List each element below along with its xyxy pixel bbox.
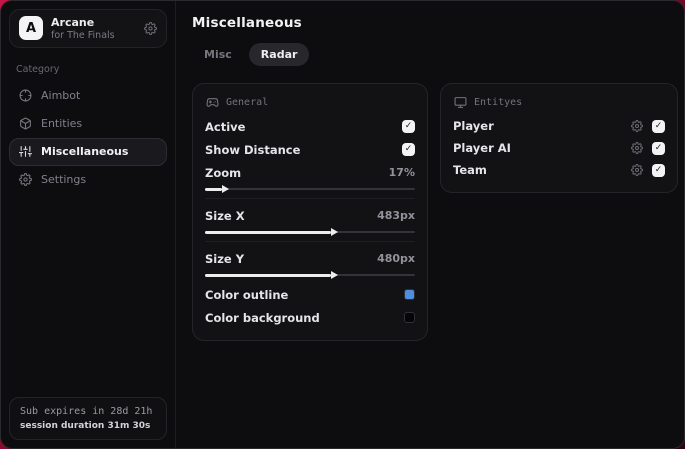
color-label: Color background <box>205 310 320 325</box>
entities-panel: Entityes Player ✓ Player AI ✓ Team ✓ <box>440 83 678 193</box>
session-duration: session duration 31m 30s <box>20 421 151 431</box>
general-panel-title: General <box>226 97 269 108</box>
checkbox-show-distance[interactable]: ✓ <box>402 143 415 156</box>
slider-value: 17% <box>388 166 415 179</box>
color-row-outline: Color outline <box>205 283 415 306</box>
sidebar-item-label: Miscellaneous <box>41 145 129 159</box>
profile-text: Arcane for The Finals <box>51 16 115 41</box>
slider-value: 480px <box>377 252 415 265</box>
checkbox-player-ai[interactable]: ✓ <box>652 141 665 155</box>
slider-fill <box>205 185 229 193</box>
sliders-icon <box>19 145 32 158</box>
panels: General Active ✓ Show Distance ✓ Zoom 17… <box>192 83 678 341</box>
sidebar: A Arcane for The Finals Category Aimbot … <box>1 1 176 448</box>
divider <box>205 241 415 242</box>
gear-icon[interactable] <box>631 142 643 154</box>
crosshair-icon <box>19 89 32 102</box>
slider-label: Size Y <box>205 251 245 266</box>
app-subtitle: for The Finals <box>51 29 115 41</box>
slider-label: Zoom <box>205 165 242 180</box>
entity-label: Team <box>453 163 487 177</box>
page-title: Miscellaneous <box>192 15 302 31</box>
color-background-swatch[interactable] <box>404 312 415 323</box>
sidebar-item-aimbot[interactable]: Aimbot <box>9 82 167 110</box>
slider-thumb[interactable] <box>331 228 338 236</box>
slider-value: 483px <box>377 209 415 222</box>
slider-thumb[interactable] <box>221 185 229 193</box>
box-icon <box>19 117 32 130</box>
tab-bar: Misc Radar <box>192 43 678 66</box>
color-label: Color outline <box>205 287 289 302</box>
slider-fill <box>205 271 338 279</box>
category-label: Category <box>16 63 60 75</box>
toggle-label: Show Distance <box>205 142 301 157</box>
sidebar-nav: Aimbot Entities Miscellaneous Settings <box>1 82 175 194</box>
entity-label: Player AI <box>453 141 511 155</box>
main-content: Miscellaneous Misc Radar General Active … <box>176 1 684 448</box>
app-logo: A <box>19 16 43 41</box>
slider-row-size-y: Size Y 480px <box>205 247 415 270</box>
divider <box>205 198 415 199</box>
gear-icon[interactable] <box>631 164 643 176</box>
check-icon: ✓ <box>654 142 663 153</box>
check-icon: ✓ <box>404 121 413 131</box>
gear-icon[interactable] <box>631 120 643 132</box>
color-outline-swatch[interactable] <box>404 289 415 300</box>
sidebar-item-miscellaneous[interactable]: Miscellaneous <box>9 137 167 166</box>
subscription-expiry: Sub expires in 28d 21h <box>20 406 153 417</box>
checkbox-team[interactable]: ✓ <box>652 163 665 177</box>
sidebar-item-entities[interactable]: Entities <box>9 110 167 138</box>
tab-radar[interactable]: Radar <box>248 43 310 66</box>
slider-label: Size X <box>205 208 245 223</box>
slider-thumb[interactable] <box>331 271 338 279</box>
check-icon: ✓ <box>654 164 663 175</box>
checkbox-player[interactable]: ✓ <box>652 119 665 133</box>
check-icon: ✓ <box>654 120 663 131</box>
size-x-slider[interactable] <box>205 227 415 237</box>
sidebar-item-label: Settings <box>41 173 87 187</box>
profile-card: A Arcane for The Finals <box>9 9 167 48</box>
monitor-icon <box>454 96 467 109</box>
app-window: A Arcane for The Finals Category Aimbot … <box>0 0 685 449</box>
entities-panel-header: Entityes <box>454 96 664 109</box>
toggle-row-show-distance: Show Distance ✓ <box>205 138 415 161</box>
app-title: Arcane <box>51 16 95 29</box>
slider-fill <box>205 228 338 236</box>
check-icon: ✓ <box>404 144 413 154</box>
entities-panel-title: Entityes <box>474 97 523 108</box>
entity-row-player: Player ✓ <box>453 115 665 137</box>
checkbox-active[interactable]: ✓ <box>402 120 415 133</box>
slider-track <box>205 188 415 190</box>
toggle-row-active: Active ✓ <box>205 115 415 138</box>
entity-row-team: Team ✓ <box>453 159 665 181</box>
zoom-slider[interactable] <box>205 184 415 194</box>
gamepad-icon <box>206 96 219 109</box>
color-row-background: Color background <box>205 306 415 329</box>
general-panel-header: General <box>206 96 414 109</box>
gear-icon <box>19 173 32 186</box>
gear-icon[interactable] <box>144 22 157 35</box>
tab-misc[interactable]: Misc <box>192 43 244 66</box>
entity-row-player-ai: Player AI ✓ <box>453 137 665 159</box>
slider-row-size-x: Size X 483px <box>205 204 415 227</box>
general-panel: General Active ✓ Show Distance ✓ Zoom 17… <box>192 83 428 341</box>
sidebar-item-settings[interactable]: Settings <box>9 166 167 194</box>
toggle-label: Active <box>205 119 246 134</box>
sidebar-item-label: Aimbot <box>41 89 81 103</box>
sidebar-item-label: Entities <box>41 117 83 131</box>
subscription-card: Sub expires in 28d 21h session duration … <box>9 397 167 440</box>
entity-label: Player <box>453 119 494 133</box>
size-y-slider[interactable] <box>205 270 415 280</box>
slider-row-zoom: Zoom 17% <box>205 161 415 184</box>
